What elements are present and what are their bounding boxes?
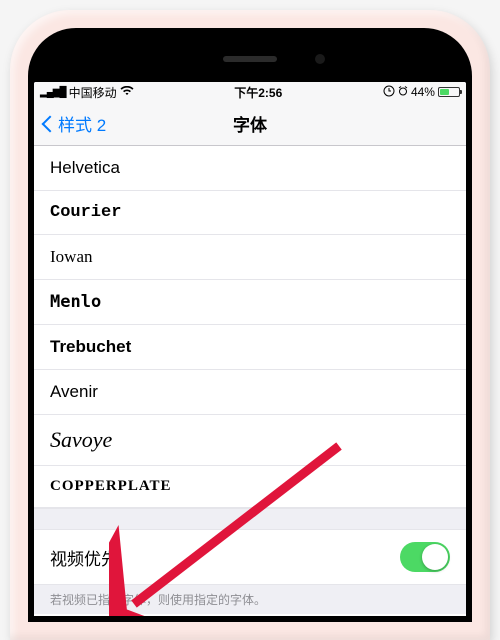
font-label: Trebuchet [50,337,131,357]
video-first-footer: 若视频已指定字体，则使用指定的字体。 [34,585,466,614]
phone-frame: ▂▄▆█ 中国移动 下午2:56 44% [10,10,490,640]
font-list: Helvetica Courier Iowan Menlo Trebuchet … [34,146,466,508]
video-first-switch[interactable] [400,542,450,572]
font-row-trebuchet[interactable]: Trebuchet [34,325,466,370]
earpiece [223,56,277,62]
font-label: Menlo [50,292,101,312]
font-row-helvetica[interactable]: Helvetica [34,146,466,191]
battery-percent-label: 44% [411,85,435,99]
signal-icon: ▂▄▆█ [40,87,66,98]
font-label: Savoye [50,427,112,453]
screen: ▂▄▆█ 中国移动 下午2:56 44% [34,82,466,616]
back-label: 样式 2 [58,111,106,136]
video-first-row[interactable]: 视频优先 [34,530,466,585]
nav-bar: 样式 2 字体 [34,102,466,146]
battery-icon [438,87,460,97]
back-button[interactable]: 样式 2 [34,111,114,136]
front-camera [315,54,325,64]
add-font-section: 添加字体... [34,614,466,616]
font-row-courier[interactable]: Courier [34,191,466,235]
font-row-avenir[interactable]: Avenir [34,370,466,415]
status-right: 44% [383,85,460,100]
font-row-savoye[interactable]: Savoye [34,415,466,466]
switch-knob [422,544,448,570]
font-label: Avenir [50,382,98,402]
chevron-left-icon [42,114,54,134]
font-row-copperplate[interactable]: Copperplate [34,466,466,508]
font-label: Courier [50,203,121,222]
font-label: Copperplate [50,478,172,495]
page-title: 字体 [233,111,267,136]
alarm-icon [398,85,408,99]
section-gap [34,508,466,530]
font-row-menlo[interactable]: Menlo [34,280,466,325]
font-label: Iowan [50,247,92,267]
earpiece-area [34,34,466,82]
video-first-section: 视频优先 [34,530,466,585]
clock-label: 下午2:56 [234,84,282,101]
rotation-lock-icon [383,85,395,100]
font-row-iowan[interactable]: Iowan [34,235,466,280]
battery-fill [440,89,449,95]
carrier-label: 中国移动 [69,84,117,101]
wifi-icon [120,85,134,99]
status-bar: ▂▄▆█ 中国移动 下午2:56 44% [34,82,466,102]
add-font-row[interactable]: 添加字体... [34,614,466,616]
phone-bezel: ▂▄▆█ 中国移动 下午2:56 44% [28,28,472,622]
font-label: Helvetica [50,158,120,178]
status-left: ▂▄▆█ 中国移动 [40,84,134,101]
video-first-label: 视频优先 [50,545,118,570]
